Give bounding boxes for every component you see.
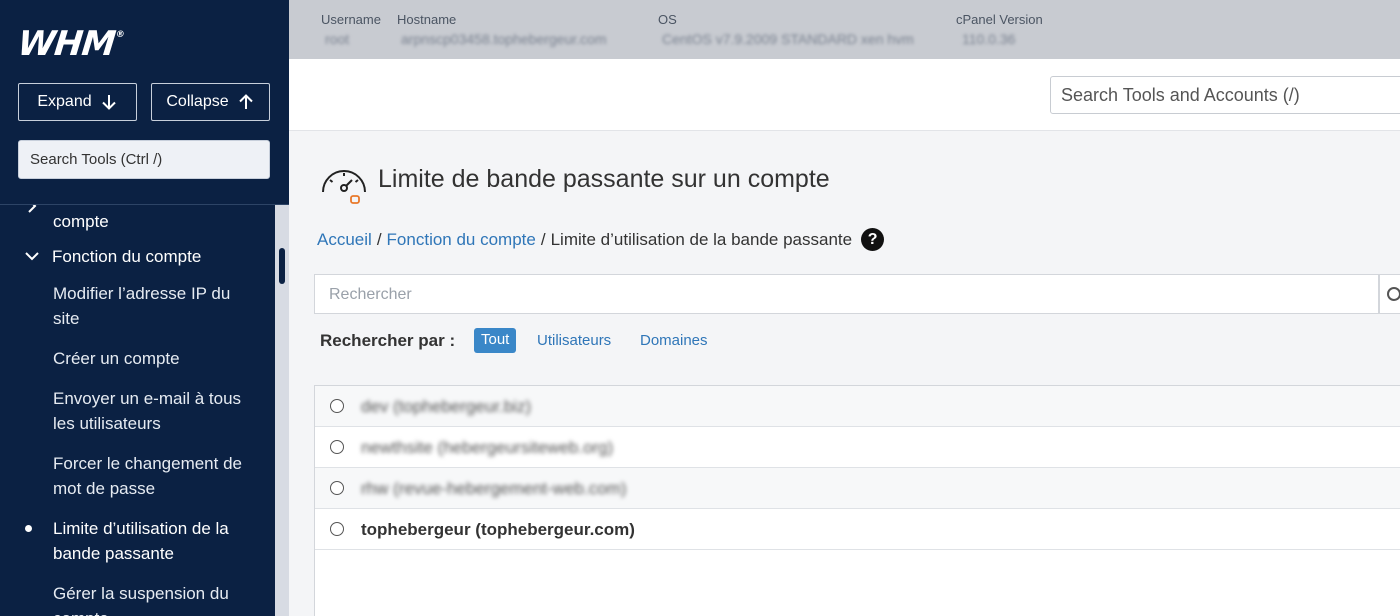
account-search-input[interactable]: Rechercher	[314, 274, 1379, 314]
breadcrumb-current: Limite d’utilisation de la bande passant…	[550, 229, 853, 249]
account-label: tophebergeur (tophebergeur.com)	[361, 520, 635, 539]
cpanel-version-label: cPanel Version	[956, 12, 1043, 27]
sidebar-search-input[interactable]: Search Tools (Ctrl /)	[18, 140, 270, 179]
sidebar-item-envoyer-email[interactable]: Envoyer un e-mail à tous les utilisateur…	[53, 386, 253, 436]
help-icon[interactable]: ?	[861, 228, 885, 251]
breadcrumb-accueil[interactable]: Accueil	[317, 230, 372, 250]
account-row[interactable]: tophebergeur (tophebergeur.com)	[315, 509, 1400, 550]
account-row[interactable]: newthsite (hebergeursiteweb.org)	[315, 427, 1400, 468]
account-radio[interactable]	[330, 522, 344, 536]
filter-domains-link[interactable]: Domaines	[640, 332, 708, 349]
account-label: dev (tophebergeur.biz)	[361, 397, 532, 416]
header-bar: Search Tools and Accounts (/)	[289, 59, 1400, 131]
collapse-button[interactable]: Collapse	[151, 83, 270, 121]
page-title: Limite de bande passante sur un compte	[378, 165, 830, 193]
search-icon	[1387, 287, 1400, 301]
filter-users-link[interactable]: Utilisateurs	[537, 332, 611, 349]
expand-label: Expand	[37, 93, 92, 110]
active-bullet-icon	[25, 525, 32, 532]
account-search-button[interactable]	[1379, 274, 1400, 314]
sidebar-item-creer-compte[interactable]: Créer un compte	[53, 346, 253, 371]
hostname-value: arpnscp03458.tophebergeur.com	[401, 31, 607, 47]
username-value: root	[325, 31, 350, 47]
collapse-label: Collapse	[166, 93, 229, 110]
breadcrumb-separator: /	[540, 229, 546, 249]
arrow-up-icon	[238, 94, 253, 109]
cpanel-version-value: 110.0.36	[962, 31, 1016, 47]
account-row[interactable]: dev (tophebergeur.biz)	[315, 386, 1400, 427]
sidebar-item-partial[interactable]: compte	[53, 209, 253, 234]
account-list: dev (tophebergeur.biz) newthsite (heberg…	[314, 385, 1400, 616]
sidebar-item-gerer-suspension[interactable]: Gérer la suspension du compte	[53, 581, 253, 616]
search-tools-accounts-input[interactable]: Search Tools and Accounts (/)	[1050, 76, 1400, 114]
chevron-down-icon[interactable]	[24, 248, 40, 264]
os-label: OS	[658, 12, 677, 27]
sidebar-item-modifier-ip[interactable]: Modifier l’adresse IP du site	[53, 281, 253, 331]
hostname-label: Hostname	[397, 12, 457, 27]
username-label: Username	[321, 12, 381, 27]
account-radio[interactable]	[330, 481, 344, 495]
breadcrumb-separator: /	[376, 229, 382, 249]
expand-button[interactable]: Expand	[18, 83, 137, 121]
account-label: rhw (revue-hebergement-web.com)	[361, 479, 627, 498]
sidebar-item-limite-bande-passante[interactable]: Limite d’utilisation de la bande passant…	[53, 516, 253, 566]
breadcrumb-fonction-du-compte[interactable]: Fonction du compte	[387, 230, 536, 250]
account-label: newthsite (hebergeursiteweb.org)	[361, 438, 614, 457]
account-row[interactable]: rhw (revue-hebergement-web.com)	[315, 468, 1400, 509]
chevron-right-icon[interactable]	[24, 205, 40, 214]
search-by-label: Rechercher par :	[320, 331, 456, 350]
os-value: CentOS v7.9.2009 STANDARD xen hvm	[662, 31, 914, 47]
whm-logo[interactable]: WHM®	[16, 24, 125, 64]
sidebar-section-fonction-du-compte[interactable]: Fonction du compte	[52, 244, 252, 269]
speedometer-icon	[322, 170, 366, 204]
sidebar: WHM® Expand Collapse Search Tools (Ctrl …	[0, 0, 289, 616]
sidebar-scrollbar-thumb[interactable]	[279, 248, 285, 284]
account-radio[interactable]	[330, 440, 344, 454]
account-radio[interactable]	[330, 399, 344, 413]
arrow-down-icon	[101, 95, 116, 110]
filter-all-button[interactable]: Tout	[474, 328, 517, 353]
breadcrumb: Accueil / Fonction du compte / Limite d’…	[317, 228, 885, 251]
sidebar-nav: compte Fonction du compte Modifier l’adr…	[0, 205, 289, 616]
sidebar-item-forcer-mot-de-passe[interactable]: Forcer le changement de mot de passe	[53, 451, 253, 501]
server-info-bar: Username root Hostname arpnscp03458.toph…	[289, 0, 1400, 59]
